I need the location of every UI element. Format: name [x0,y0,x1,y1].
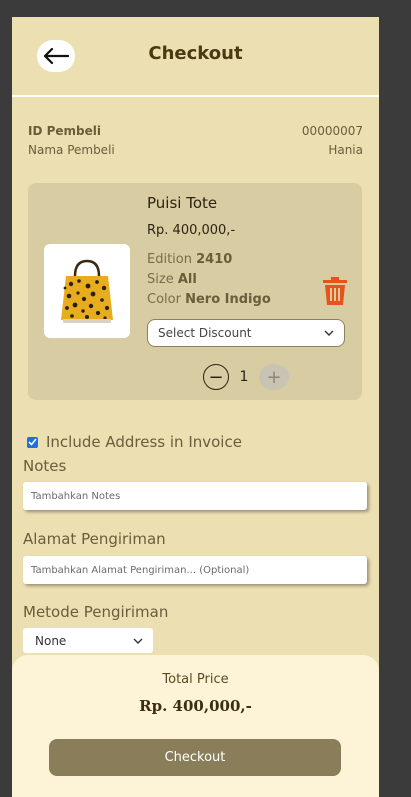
product-price: Rp. 400,000,- [147,223,236,238]
header: Checkout [12,17,379,95]
color-label: Color [147,292,181,307]
product-name: Puisi Tote [147,194,218,212]
discount-select-value: Select Discount [158,326,252,340]
shipping-method-value: None [35,633,67,648]
product-color: Color Nero Indigo [147,292,271,307]
chevron-down-icon [133,638,143,644]
tote-bag-image [61,259,113,323]
alamat-input[interactable]: Tambahkan Alamat Pengiriman... (Optional… [23,556,367,584]
decrease-quantity-button[interactable]: − [203,364,229,390]
buyer-name-label: Nama Pembeli [28,143,115,157]
quantity-stepper: − 1 + [203,364,289,390]
header-divider [12,95,379,97]
product-image [44,244,130,338]
quantity-value: 1 [239,369,249,385]
discount-select[interactable]: Select Discount [147,319,345,347]
buyer-id-value: 00000007 [301,124,363,138]
include-address-checkbox[interactable] [27,436,38,448]
increase-quantity-button[interactable]: + [259,364,289,390]
buyer-id-label: ID Pembeli [28,124,101,138]
size-value: All [177,272,197,287]
trash-icon [323,277,347,305]
alamat-label: Alamat Pengiriman [23,530,166,548]
edition-value: 2410 [196,252,233,267]
product-size: Size All [147,272,197,287]
include-address-option: Include Address in Invoice [27,433,242,451]
product-card: Puisi Tote Rp. 400,000,- Edition 2410 Si… [28,183,362,400]
checkout-button[interactable]: Checkout [49,739,341,776]
notes-input[interactable]: Tambahkan Notes [23,482,367,510]
buyer-id-row: ID Pembeli 00000007 [28,124,363,138]
checkmark-icon [28,438,37,446]
checkout-screen: Checkout ID Pembeli 00000007 Nama Pembel… [12,17,379,797]
include-address-label: Include Address in Invoice [46,433,242,451]
page-title: Checkout [148,43,243,64]
chevron-down-icon [324,330,334,336]
buyer-name-value: Hania [328,143,363,157]
buyer-name-row: Nama Pembeli Hania [28,143,363,157]
shipping-method-select[interactable]: None [23,628,153,653]
total-price-label: Total Price [162,672,229,687]
metode-label: Metode Pengiriman [23,603,169,621]
color-value: Nero Indigo [185,292,271,307]
product-edition: Edition 2410 [147,252,232,267]
delete-item-button[interactable] [323,277,347,305]
notes-label: Notes [23,457,67,475]
edition-label: Edition [147,252,192,267]
order-summary: Total Price Rp. 400,000,- Checkout [12,655,379,797]
total-price-value: Rp. 400,000,- [139,697,252,715]
size-label: Size [147,272,174,287]
